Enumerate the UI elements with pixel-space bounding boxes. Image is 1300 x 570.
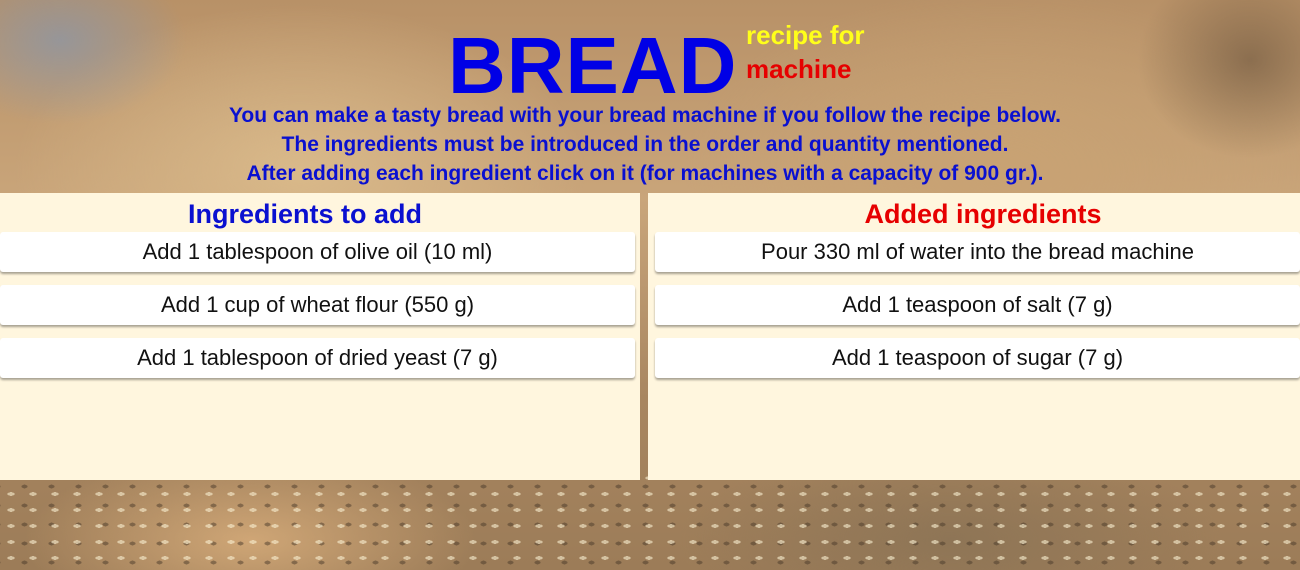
intro-line-2: The ingredients must be introduced in th…: [281, 133, 1009, 156]
added-ingredients-heading: Added ingredients: [864, 199, 1102, 229]
ingredient-to-add-item[interactable]: Add 1 tablespoon of dried yeast (7 g): [0, 338, 635, 378]
subtitle-recipe-for: recipe for: [746, 20, 865, 50]
page-header: BREAD recipe for machine You can make a …: [0, 0, 1300, 190]
ingredients-to-add-panel: Ingredients to add Add 1 tablespoon of o…: [0, 193, 640, 480]
ingredient-to-add-item[interactable]: Add 1 tablespoon of olive oil (10 ml): [0, 232, 635, 272]
background-bread-texture: [0, 470, 1300, 570]
intro-line-3: After adding each ingredient click on it…: [246, 162, 1044, 185]
added-ingredient-item[interactable]: Add 1 teaspoon of sugar (7 g): [655, 338, 1300, 378]
added-ingredient-item[interactable]: Add 1 teaspoon of salt (7 g): [655, 285, 1300, 325]
title-row: BREAD recipe for machine: [0, 18, 1300, 110]
added-ingredients-panel: Added ingredients Pour 330 ml of water i…: [648, 193, 1300, 480]
ingredient-to-add-item[interactable]: Add 1 cup of wheat flour (550 g): [0, 285, 635, 325]
intro-line-1: You can make a tasty bread with your bre…: [228, 104, 1062, 127]
ingredients-to-add-heading: Ingredients to add: [187, 199, 422, 229]
subtitle-machine: machine: [746, 54, 852, 84]
page-title: BREAD: [448, 21, 738, 110]
intro-text: You can make a tasty bread with your bre…: [0, 101, 1290, 188]
added-ingredient-item[interactable]: Pour 330 ml of water into the bread mach…: [655, 232, 1300, 272]
